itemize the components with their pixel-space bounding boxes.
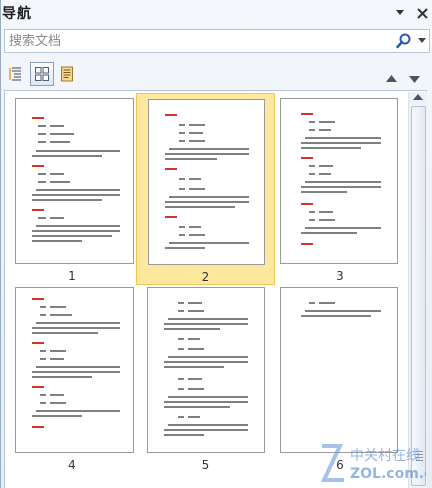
page-number: 4 bbox=[68, 458, 76, 472]
page-thumbnail[interactable]: 3 bbox=[277, 93, 403, 285]
page-number: 3 bbox=[336, 269, 344, 283]
pane-title-bar: 导航 bbox=[1, 0, 432, 26]
page-preview bbox=[15, 98, 134, 264]
tab-headings[interactable] bbox=[5, 62, 29, 86]
vertical-scrollbar[interactable] bbox=[408, 92, 427, 488]
page-preview bbox=[148, 99, 265, 265]
page-thumbnail[interactable]: 6 bbox=[277, 287, 403, 479]
scroll-up-icon[interactable] bbox=[413, 94, 423, 100]
pane-options-dropdown[interactable] bbox=[393, 6, 407, 20]
page-number: 6 bbox=[336, 458, 344, 472]
page-preview bbox=[15, 287, 134, 453]
page-thumbnail[interactable]: 1 bbox=[9, 93, 135, 285]
chevron-down-icon bbox=[418, 38, 426, 43]
search-results-icon bbox=[61, 66, 73, 82]
page-preview bbox=[280, 98, 398, 264]
view-tabs bbox=[5, 62, 79, 86]
search-icon bbox=[396, 33, 411, 49]
search-box bbox=[4, 29, 430, 53]
tab-pages[interactable] bbox=[30, 62, 54, 86]
page-thumbnail[interactable]: 5 bbox=[136, 287, 275, 479]
tab-results[interactable] bbox=[55, 62, 79, 86]
triangle-down-icon bbox=[409, 76, 420, 83]
page-thumbnails-list: 1 2 3 4 5 6 bbox=[4, 90, 427, 488]
previous-result-button[interactable] bbox=[386, 68, 397, 87]
page-number: 2 bbox=[201, 270, 210, 284]
page-thumbnail-selected[interactable]: 2 bbox=[136, 93, 275, 285]
chevron-down-icon bbox=[396, 10, 404, 15]
page-number: 1 bbox=[68, 269, 76, 283]
search-input[interactable] bbox=[5, 30, 393, 52]
scrollbar-thumb[interactable] bbox=[411, 106, 426, 486]
pane-title: 导航 bbox=[2, 6, 32, 22]
close-icon bbox=[416, 7, 428, 19]
page-preview bbox=[280, 287, 398, 453]
page-thumbnail[interactable]: 4 bbox=[9, 287, 135, 479]
page-number: 5 bbox=[201, 458, 210, 472]
search-options-dropdown[interactable] bbox=[415, 30, 429, 52]
document-headings-icon bbox=[9, 67, 21, 81]
navigation-pane: 导航 搜索文档 1 2 3 4 5 6 中关村在线 ZOL.com. bbox=[0, 0, 432, 488]
page-thumbnails-icon bbox=[35, 67, 49, 81]
grip-icon bbox=[416, 451, 423, 463]
page-preview bbox=[147, 287, 265, 453]
search-button[interactable] bbox=[393, 30, 415, 52]
triangle-up-icon bbox=[386, 75, 397, 82]
result-navigation bbox=[386, 68, 420, 87]
close-pane-button[interactable] bbox=[415, 6, 429, 20]
next-result-button[interactable] bbox=[409, 68, 420, 87]
